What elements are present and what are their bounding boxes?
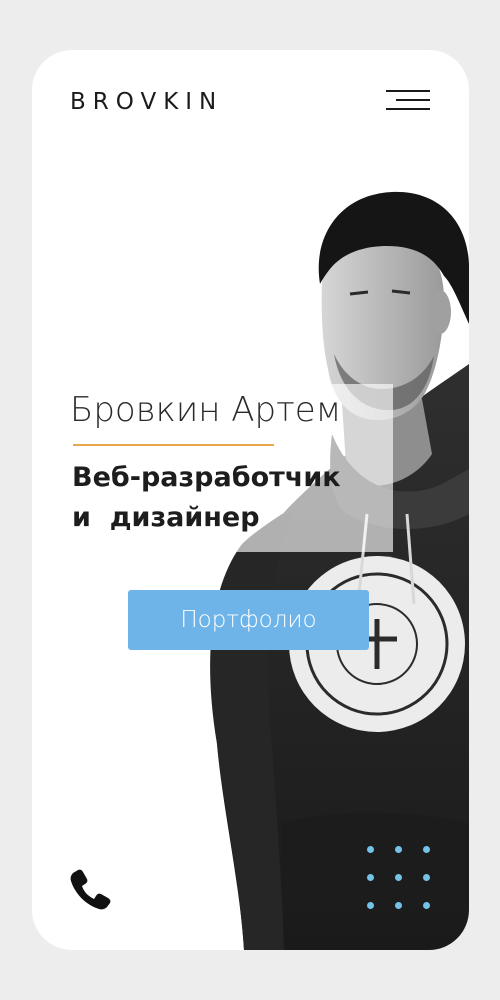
dot [395,902,402,909]
portfolio-button[interactable]: Портфолио [128,590,369,650]
portrait-photo [210,191,469,950]
name-accent-underline [73,444,274,446]
dot [367,902,374,909]
brand-logo[interactable]: BROVKIN [70,88,223,116]
menu-line-bottom [386,108,430,110]
dot [367,874,374,881]
phone-icon[interactable] [69,868,111,910]
menu-line-top [386,90,430,92]
role-line-1: Веб-разработчик [72,462,341,493]
phone-screen-card: BROVKIN Бровкин Артем Веб-разработчик и … [32,50,469,950]
dot [423,902,430,909]
dot [395,846,402,853]
dot [395,874,402,881]
dot-grid-decoration [367,846,437,916]
dot [367,846,374,853]
hamburger-menu-icon[interactable] [386,86,430,114]
dot [423,846,430,853]
role-line-2: и дизайнер [72,502,260,533]
person-role: Веб-разработчик и дизайнер [72,458,341,538]
dot [423,874,430,881]
menu-line-middle [396,99,430,101]
person-name: Бровкин Артем [70,390,342,430]
